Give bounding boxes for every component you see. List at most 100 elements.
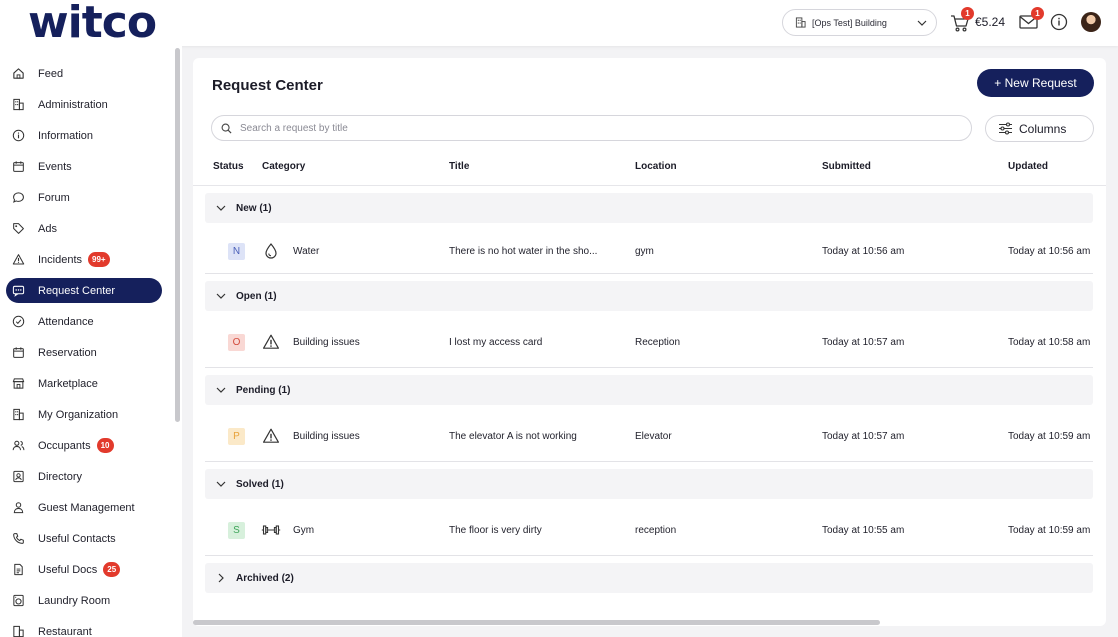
sidebar-item-reservation[interactable]: Reservation [6, 340, 162, 365]
row-divider [205, 555, 1093, 556]
sidebar-item-label: Useful Contacts [38, 532, 116, 545]
sidebar-item-occupants[interactable]: Occupants 10 [6, 433, 162, 458]
wallet-balance[interactable]: €5.24 [975, 15, 1005, 29]
column-header-updated[interactable]: Updated [1008, 161, 1048, 172]
location-cell: reception [635, 525, 677, 536]
group-label: Pending (1) [236, 384, 291, 396]
search-bar[interactable] [211, 115, 972, 141]
column-header-location[interactable]: Location [635, 161, 677, 172]
page-title: Request Center [212, 77, 323, 94]
building-select-value: [Ops Test] Building [812, 17, 887, 28]
category-cell: Water [293, 246, 320, 257]
sidebar-item-marketplace[interactable]: Marketplace [6, 371, 162, 396]
calendar-icon [13, 161, 24, 172]
sidebar-scrollbar[interactable] [175, 48, 180, 422]
info-icon [12, 129, 25, 142]
title-cell: I lost my access card [449, 337, 543, 348]
column-header-title[interactable]: Title [449, 161, 469, 172]
group-header-pending[interactable]: Pending (1) [205, 375, 1093, 405]
location-cell: gym [635, 246, 654, 257]
sidebar-item-label: Marketplace [38, 377, 98, 390]
chevron-right-icon [218, 573, 224, 583]
group-header-archived[interactable]: Archived (2) [205, 563, 1093, 593]
new-request-button[interactable]: + New Request [977, 69, 1094, 97]
message-icon [12, 285, 25, 297]
sidebar-item-label: My Organization [38, 408, 119, 421]
row-divider [205, 273, 1093, 274]
sidebar-item-attendance[interactable]: Attendance [6, 309, 162, 334]
group-header-open[interactable]: Open (1) [205, 281, 1093, 311]
header-divider [193, 185, 1106, 186]
sidebar-item-information[interactable]: Information [6, 123, 162, 148]
phone-icon [13, 533, 24, 544]
sidebar-item-forum[interactable]: Forum [6, 185, 162, 210]
sidebar-item-ads[interactable]: Ads [6, 216, 162, 241]
dumbbell-icon [261, 525, 281, 535]
request-center-panel: Request Center + New Request Columns Sta… [193, 58, 1106, 626]
category-cell: Building issues [293, 337, 360, 348]
tag-icon [13, 223, 24, 234]
sidebar-item-label: Restaurant [38, 625, 92, 637]
witco-logo[interactable]: witco [28, 1, 157, 45]
columns-button[interactable]: Columns [985, 115, 1094, 142]
incidents-count-badge: 99+ [88, 252, 110, 267]
category-cell: Building issues [293, 431, 360, 442]
column-header-status[interactable]: Status [213, 161, 244, 172]
sidebar-item-label: Ads [38, 222, 57, 235]
sidebar-item-directory[interactable]: Directory [6, 464, 162, 489]
location-cell: Elevator [635, 431, 672, 442]
status-badge: S [228, 522, 245, 539]
sidebar-item-request-center[interactable]: Request Center [6, 278, 162, 303]
group-header-solved[interactable]: Solved (1) [205, 469, 1093, 499]
title-cell: The elevator A is not working [449, 431, 577, 442]
sidebar-item-restaurant[interactable]: Restaurant [6, 619, 162, 637]
submitted-cell: Today at 10:56 am [822, 246, 905, 257]
chevron-down-icon [216, 387, 226, 393]
sidebar-item-useful-docs[interactable]: Useful Docs 25 [6, 557, 162, 582]
avatar[interactable] [1081, 12, 1101, 32]
submitted-cell: Today at 10:55 am [822, 525, 905, 536]
sidebar-item-label: Laundry Room [38, 594, 111, 607]
cart-badge: 1 [961, 7, 974, 20]
column-header-category[interactable]: Category [262, 161, 305, 172]
status-badge: P [228, 428, 245, 445]
sliders-icon [999, 122, 1012, 135]
calendar-icon [13, 347, 24, 358]
group-header-new[interactable]: New (1) [205, 193, 1093, 223]
chat-icon [13, 192, 24, 203]
horizontal-scrollbar[interactable] [193, 620, 880, 625]
sidebar-item-useful-contacts[interactable]: Useful Contacts [6, 526, 162, 551]
sidebar-item-administration[interactable]: Administration [6, 92, 162, 117]
sidebar-item-my-organization[interactable]: My Organization [6, 402, 162, 427]
docs-count-badge: 25 [103, 562, 121, 577]
building-select[interactable]: [Ops Test] Building [782, 9, 937, 36]
occupants-count-badge: 10 [96, 438, 114, 453]
sidebar-item-label: Attendance [38, 315, 94, 328]
row-divider [205, 367, 1093, 368]
store-icon [12, 378, 25, 389]
chevron-down-icon [917, 20, 927, 26]
sidebar-item-label: Events [38, 160, 72, 173]
sidebar-item-label: Forum [38, 191, 70, 204]
updated-cell: Today at 10:58 am [1008, 337, 1091, 348]
sidebar: Feed Administration Information Events F… [0, 46, 182, 637]
sidebar-item-label: Directory [38, 470, 83, 483]
column-header-submitted[interactable]: Submitted [822, 161, 871, 172]
submitted-cell: Today at 10:57 am [822, 337, 905, 348]
sidebar-item-feed[interactable]: Feed [6, 61, 162, 86]
building-icon [13, 625, 24, 637]
contact-icon [13, 470, 24, 483]
sidebar-item-incidents[interactable]: Incidents 99+ [6, 247, 162, 272]
group-label: Archived (2) [236, 572, 294, 584]
sidebar-item-events[interactable]: Events [6, 154, 162, 179]
sidebar-item-label: Incidents [38, 253, 83, 266]
info-icon[interactable] [1050, 13, 1068, 31]
sidebar-item-label: Occupants [38, 439, 91, 452]
warning-icon [12, 254, 25, 265]
search-input[interactable] [240, 122, 940, 134]
title-cell: There is no hot water in the sho... [449, 246, 598, 257]
sidebar-item-guest-management[interactable]: Guest Management [6, 495, 162, 520]
sidebar-item-laundry-room[interactable]: Laundry Room [6, 588, 162, 613]
sidebar-item-label: Request Center [38, 284, 116, 297]
building-icon [795, 17, 806, 28]
